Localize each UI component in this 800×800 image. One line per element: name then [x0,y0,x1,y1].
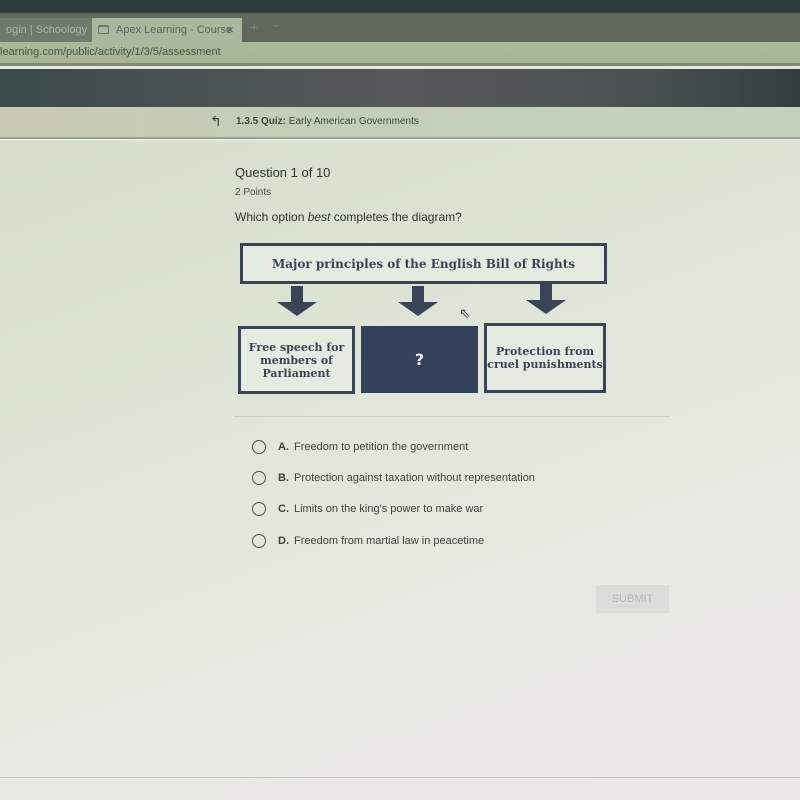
option-a[interactable]: A. Freedom to petition the government [252,437,468,457]
option-c[interactable]: C. Limits on the king's power to make wa… [252,499,483,519]
tab-schoology[interactable]: ogin | Schoology [0,18,92,42]
diagram-right-box: Protection from cruel punishments [484,323,606,393]
site-header-bar [0,69,800,107]
option-text: Limits on the king's power to make war [294,503,484,515]
diagram-top-box: Major principles of the English Bill of … [240,243,607,284]
option-d[interactable]: D. Freedom from martial law in peacetime [252,531,484,551]
option-letter: D. [278,535,289,547]
quiz-title: Early American Governments [288,116,419,127]
quiz-header: ↰ 1.3.5 Quiz: Early American Governments [0,107,800,139]
radio-button[interactable] [252,534,266,548]
option-text: Protection against taxation without repr… [294,472,535,484]
footer-divider [0,777,800,778]
option-text: Freedom to petition the government [294,441,469,453]
mouse-cursor-icon: ⇖ [459,305,471,321]
address-bar[interactable]: learning.com/public/activity/1/3/5/asses… [0,42,800,66]
option-b[interactable]: B. Protection against taxation without r… [252,468,535,488]
back-up-icon[interactable]: ↰ [210,113,222,130]
close-icon[interactable]: × [226,18,234,42]
diagram-left-label: Free speech for members of Parliament [248,340,345,380]
question-points: 2 Points [235,187,272,198]
diagram-top-label: Major principles of the English Bill of … [271,256,576,271]
quiz-breadcrumb: 1.3.5 Quiz: Early American Governments [236,116,419,127]
option-letter: B. [278,472,289,484]
browser-tab-bar: ogin | Schoology Apex Learning - Course … [0,0,800,42]
question-prompt: Which option best completes the diagram? [235,210,462,224]
option-letter: C. [278,503,289,515]
option-text: Freedom from martial law in peacetime [294,535,485,547]
radio-button[interactable] [252,471,266,485]
submit-button[interactable]: SUBMIT [596,585,669,613]
chevron-down-icon[interactable]: ⌄ [272,19,280,30]
diagram-middle-box: ? [361,326,478,393]
tab-label: Apex Learning - Course [116,24,233,36]
quiz-number: 1.3.5 Quiz: [236,116,287,127]
question-title: Question 1 of 10 [235,165,331,180]
tab-label: ogin | Schoology [6,24,88,36]
divider [234,416,670,417]
option-letter: A. [278,441,289,453]
diagram-left-box: Free speech for members of Parliament [238,326,355,394]
prompt-text: completes the diagram? [330,210,462,224]
page-icon [98,25,109,34]
diagram-right-label: Protection from cruel punishments [487,345,603,371]
new-tab-icon[interactable]: + [250,19,258,35]
prompt-emphasis: best [307,210,331,224]
url-text[interactable]: learning.com/public/activity/1/3/5/asses… [0,46,221,58]
tab-apex-learning[interactable]: Apex Learning - Course × [92,18,242,42]
prompt-text: Which option [235,210,308,224]
radio-button[interactable] [252,502,266,516]
diagram-middle-label: ? [414,350,425,369]
radio-button[interactable] [252,440,266,454]
